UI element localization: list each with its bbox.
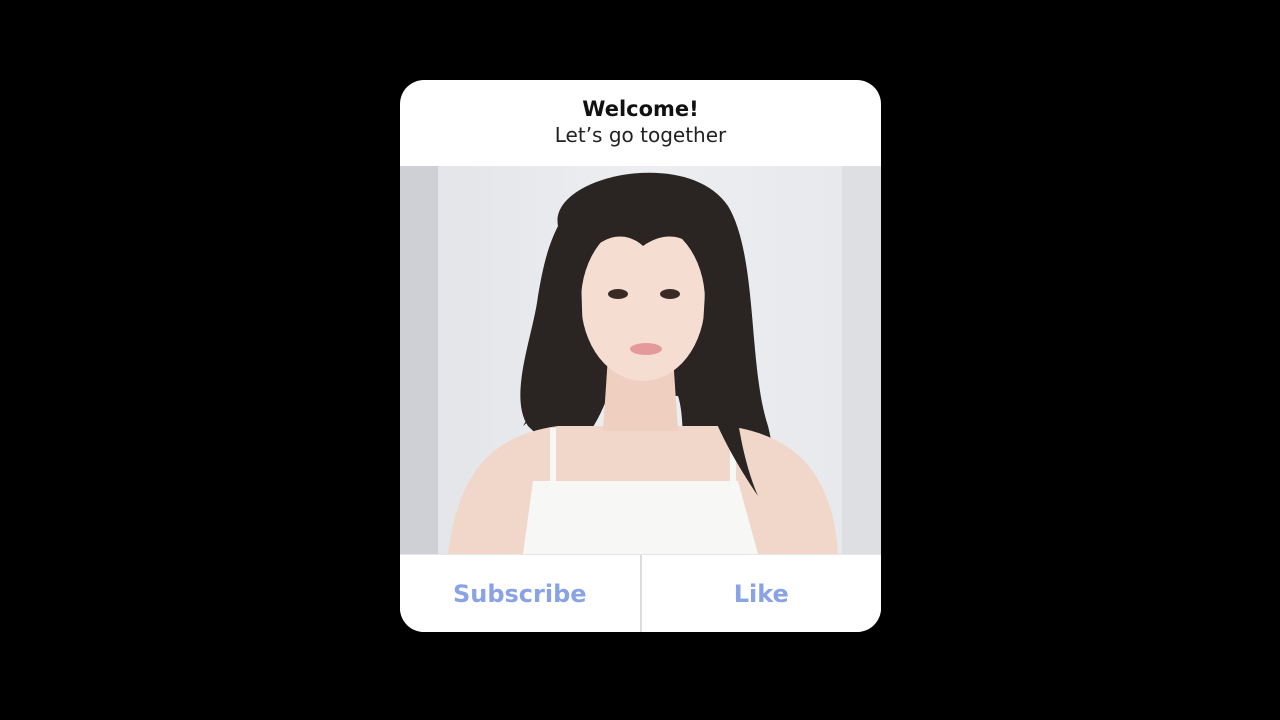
portrait-illustration — [448, 172, 838, 554]
dialog-subtitle: Let’s go together — [554, 123, 727, 147]
photo-image — [438, 166, 842, 554]
photo-right-margin — [842, 166, 881, 554]
subscribe-button[interactable]: Subscribe — [400, 555, 640, 632]
dialog-header: Welcome! Let’s go together — [400, 80, 881, 166]
portrait-photo — [400, 166, 881, 554]
like-button[interactable]: Like — [641, 555, 881, 632]
photo-left-margin — [400, 166, 438, 554]
dialog-actions: Subscribe Like — [400, 554, 881, 632]
welcome-dialog: Welcome! Let’s go together Subscribe Lik… — [400, 80, 881, 632]
dialog-title: Welcome! — [582, 97, 699, 121]
screen-background: Welcome! Let’s go together Subscribe Lik… — [0, 0, 1280, 720]
